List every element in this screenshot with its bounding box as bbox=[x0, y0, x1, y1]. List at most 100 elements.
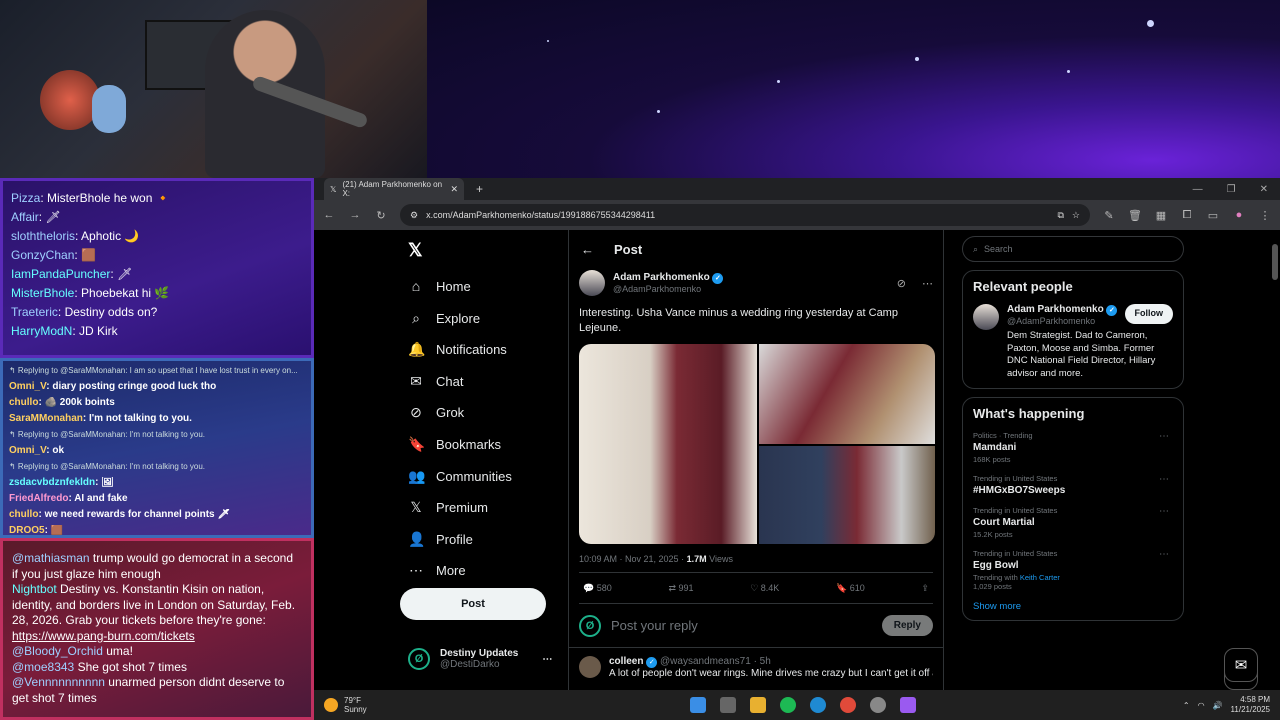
bookmark-action[interactable]: 🔖 610 bbox=[836, 583, 865, 594]
reload-icon[interactable]: ↻ bbox=[374, 209, 388, 222]
tweet-media[interactable] bbox=[579, 344, 935, 544]
extension-icon-2[interactable]: ▦ bbox=[1154, 209, 1168, 222]
bookmark-star-icon[interactable]: ☆ bbox=[1072, 210, 1080, 221]
wifi-icon[interactable]: ◠ bbox=[1198, 701, 1205, 710]
trash-icon[interactable]: 🗑 bbox=[1128, 209, 1142, 222]
trend-item[interactable]: Trending in United States #HMGxBO7Sweeps ⋯ bbox=[973, 474, 1173, 496]
nav-item-notifications[interactable]: 🔔 Notifications bbox=[408, 341, 507, 358]
reply-action[interactable]: 💬 580 bbox=[583, 583, 612, 594]
extensions-puzzle-icon[interactable]: ⧠ bbox=[1180, 209, 1194, 222]
trending-with-link[interactable]: Keith Carter bbox=[1020, 573, 1060, 582]
chat-message: chullo: we need rewards for channel poin… bbox=[9, 509, 305, 525]
restore-icon[interactable]: ❐ bbox=[1227, 184, 1236, 195]
person-handle[interactable]: @AdamParkhomenko bbox=[1007, 316, 1117, 326]
nav-item-bookmarks[interactable]: 🔖 Bookmarks bbox=[408, 436, 501, 453]
avatar[interactable] bbox=[973, 304, 999, 330]
close-window-icon[interactable]: ✕ bbox=[1260, 184, 1268, 195]
search-input[interactable]: ⌕ Search bbox=[962, 236, 1184, 262]
lamp-image bbox=[40, 70, 100, 130]
minimize-icon[interactable]: — bbox=[1193, 184, 1203, 195]
chevron-up-icon[interactable]: ⌃ bbox=[1183, 701, 1190, 710]
trending-with-label: Trending with bbox=[973, 573, 1018, 582]
person-name[interactable]: Adam Parkhomenko bbox=[1007, 304, 1104, 315]
more-dots-icon[interactable]: ⋯ bbox=[1159, 506, 1169, 517]
reply-tweet[interactable]: colleen ✓ @waysandmeans71 · 5h A lot of … bbox=[569, 648, 943, 687]
nav-item-explore[interactable]: ⌕ Explore bbox=[408, 310, 480, 327]
x-logo-icon[interactable]: 𝕏 bbox=[408, 240, 423, 261]
app-icon[interactable] bbox=[900, 697, 916, 713]
spotify-icon[interactable] bbox=[780, 697, 796, 713]
post-header: ← Post bbox=[569, 230, 943, 268]
weather-widget[interactable]: 79°F Sunny bbox=[324, 696, 367, 714]
author-handle[interactable]: @waysandmeans71 · 5h bbox=[660, 656, 771, 667]
chat-link[interactable]: https://www.pang-burn.com/tickets bbox=[12, 629, 195, 643]
relevant-person[interactable]: Adam Parkhomenko ✓ @AdamParkhomenko Foll… bbox=[973, 304, 1173, 380]
share-icon[interactable]: ⇪ bbox=[921, 583, 929, 594]
forward-icon[interactable]: → bbox=[348, 209, 362, 221]
tweet-time[interactable]: 10:09 AM · Nov 21, 2025 · bbox=[579, 554, 684, 564]
author-name[interactable]: Adam Parkhomenko bbox=[613, 272, 710, 283]
photo-stairs[interactable] bbox=[759, 344, 935, 444]
more-dots-icon[interactable]: ⋯ bbox=[1159, 549, 1169, 560]
author-handle[interactable]: @AdamParkhomenko bbox=[613, 284, 723, 294]
browser-tab[interactable]: 𝕏 (21) Adam Parkhomenko on X: ✕ bbox=[324, 178, 464, 200]
trend-item[interactable]: Politics · Trending Mamdani 168K posts ⋯ bbox=[973, 431, 1173, 464]
follow-button[interactable]: Follow bbox=[1124, 304, 1173, 324]
nav-item-profile[interactable]: 👤 Profile bbox=[408, 531, 473, 548]
address-bar[interactable]: ⚙ x.com/AdamParkhomenko/status/199188675… bbox=[400, 204, 1090, 226]
nav-item-chat[interactable]: ✉ Chat bbox=[408, 373, 463, 390]
volume-icon[interactable]: 🔊 bbox=[1213, 701, 1223, 710]
reply-button[interactable]: Reply bbox=[881, 615, 933, 636]
account-switcher[interactable]: Ø Destiny Updates @DestiDarko ⋯ bbox=[408, 648, 552, 670]
stream-chat-bottom: @mathiasman trump would go democrat in a… bbox=[0, 538, 314, 720]
chat-username: IamPandaPuncher bbox=[11, 267, 111, 281]
reply-count: 580 bbox=[596, 582, 612, 593]
more-dots-icon[interactable]: ⋯ bbox=[542, 654, 552, 665]
nav-item-premium[interactable]: 𝕏 Premium bbox=[408, 499, 488, 516]
x-favicon-icon: 𝕏 bbox=[330, 184, 337, 194]
start-icon[interactable] bbox=[690, 697, 706, 713]
reply-input[interactable]: Post your reply bbox=[611, 618, 698, 633]
site-info-icon[interactable]: ⚙ bbox=[410, 210, 418, 221]
back-arrow-icon[interactable]: ← bbox=[581, 242, 594, 257]
extension-icon[interactable]: ✎ bbox=[1102, 209, 1116, 222]
grok-icon[interactable]: ⊘ bbox=[897, 277, 906, 290]
post-button[interactable]: Post bbox=[400, 588, 546, 620]
photo-podium[interactable] bbox=[579, 344, 757, 544]
nav-item-more[interactable]: ⋯ More bbox=[408, 562, 466, 579]
clock[interactable]: 4:58 PM 11/21/2025 bbox=[1231, 695, 1270, 715]
show-more-link[interactable]: Show more bbox=[973, 601, 1173, 612]
menu-icon[interactable]: ⋮ bbox=[1258, 209, 1272, 222]
split-view-icon[interactable]: ▭ bbox=[1206, 209, 1220, 222]
back-icon[interactable]: ← bbox=[322, 209, 336, 221]
trend-item[interactable]: Trending in United States Court Martial 15… bbox=[973, 506, 1173, 539]
obs-icon[interactable] bbox=[870, 697, 886, 713]
close-tab-icon[interactable]: ✕ bbox=[450, 184, 458, 195]
edge-icon[interactable] bbox=[810, 697, 826, 713]
new-tab-button[interactable]: + bbox=[476, 182, 483, 196]
nav-item-home[interactable]: ⌂ Home bbox=[408, 278, 471, 294]
cast-icon[interactable]: ⧉ bbox=[1057, 210, 1063, 221]
like-action[interactable]: ♡ 8.4K bbox=[750, 583, 779, 594]
chrome-icon[interactable] bbox=[840, 697, 856, 713]
chat-message: ↰ Replying to @SaraMMonahan: I am so ups… bbox=[9, 365, 305, 381]
chat-username: @Bloody_Orchid bbox=[12, 644, 103, 658]
photo-walking[interactable] bbox=[759, 446, 935, 544]
messages-fab-icon[interactable]: ✉ bbox=[1224, 648, 1258, 682]
chat-separator: : bbox=[57, 305, 65, 319]
profile-avatar-icon[interactable]: ● bbox=[1232, 209, 1246, 221]
more-dots-icon[interactable]: ⋯ bbox=[922, 277, 933, 290]
file-explorer-icon[interactable] bbox=[750, 697, 766, 713]
more-dots-icon[interactable]: ⋯ bbox=[1159, 431, 1169, 442]
author-name[interactable]: colleen bbox=[609, 656, 643, 667]
chat-message: @moe8343 She got shot 7 times bbox=[12, 660, 302, 676]
nav-item-communities[interactable]: 👥 Communities bbox=[408, 468, 512, 485]
nav-item-grok[interactable]: ⊘ Grok bbox=[408, 404, 464, 421]
avatar[interactable] bbox=[579, 270, 605, 296]
more-dots-icon[interactable]: ⋯ bbox=[1159, 474, 1169, 485]
repost-action[interactable]: ⇄ 991 bbox=[668, 583, 693, 594]
scrollbar[interactable] bbox=[1272, 234, 1278, 690]
trend-item[interactable]: Trending in United States Egg Bowl Trendin… bbox=[973, 549, 1173, 591]
avatar[interactable] bbox=[579, 656, 601, 678]
task-view-icon[interactable] bbox=[720, 697, 736, 713]
